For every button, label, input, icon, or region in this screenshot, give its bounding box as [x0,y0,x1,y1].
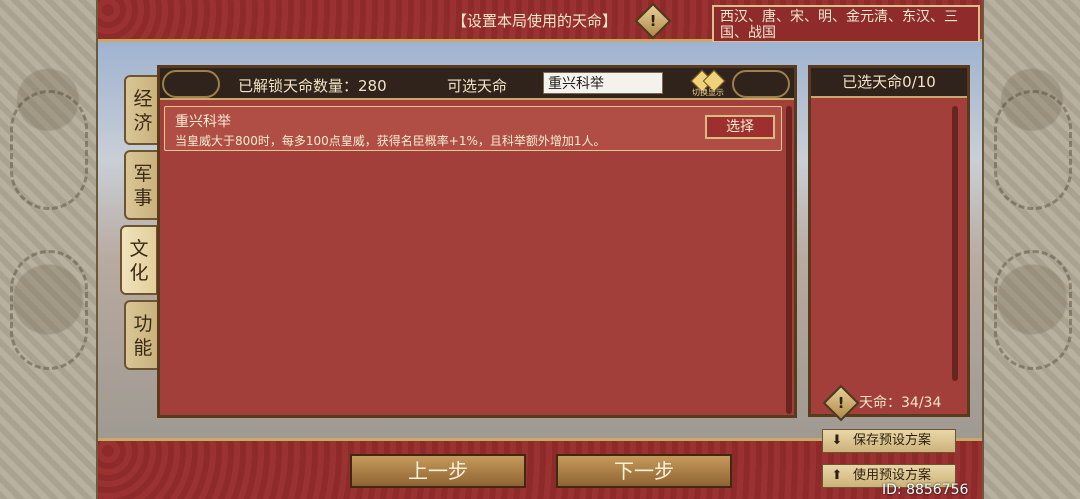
upload-icon: ⬆ [831,468,843,483]
search-input[interactable] [543,72,663,94]
download-icon: ⬇ [831,433,843,448]
selected-mandates-header: 已选天命0/10 [811,68,967,98]
save-preset-button[interactable]: ⬇ 保存预设方案 [822,429,956,453]
switch-display-icon[interactable]: 切换显示 [688,69,728,98]
page-title: 【设置本局使用的天命】 [452,12,618,30]
select-button[interactable]: 选择 [705,115,775,139]
dragon-ornament-icon [10,90,88,210]
mandate-description: 当皇威大于800时，每多100点皇威，获得名臣概率+1%，且科举额外增加1人。 [175,134,606,148]
dragon-ornament-icon [994,250,1072,370]
scrollbar[interactable] [786,106,792,414]
next-step-button[interactable]: 下一步 [556,454,732,488]
list-item: 重兴科举 当皇威大于800时，每多100点皇威，获得名臣概率+1%，且科举额外增… [164,106,782,151]
scrollbar[interactable] [952,106,958,381]
dragon-ornament-icon [10,250,88,370]
player-id: ID: 8856756 [882,482,969,498]
mandate-name: 重兴科举 [175,114,231,130]
ornament-icon [732,70,790,98]
unlocked-count-label: 已解锁天命数量：280 [238,77,387,95]
selectable-label: 可选天命 [447,77,508,95]
right-ornament-panel [982,0,1080,499]
tab-culture[interactable]: 文化 [120,225,158,295]
left-ornament-panel [0,0,98,499]
info-icon[interactable]: ! [822,384,860,422]
mandate-count: 天命：34/34 [859,395,942,411]
ornament-icon [162,70,220,98]
prev-step-button[interactable]: 上一步 [350,454,526,488]
dragon-ornament-icon [994,90,1072,210]
mandate-list-header: 已解锁天命数量：280 可选天命 切换显示 [160,68,794,100]
dynasty-list: 西汉、唐、宋、明、金元清、东汉、三国、战国 [712,5,980,43]
mandate-list-panel: 已解锁天命数量：280 可选天命 切换显示 重兴科举 当皇威大于800时，每多1… [157,65,797,418]
selected-mandates-panel: 已选天命0/10 ! 天命：34/34 [808,65,970,422]
